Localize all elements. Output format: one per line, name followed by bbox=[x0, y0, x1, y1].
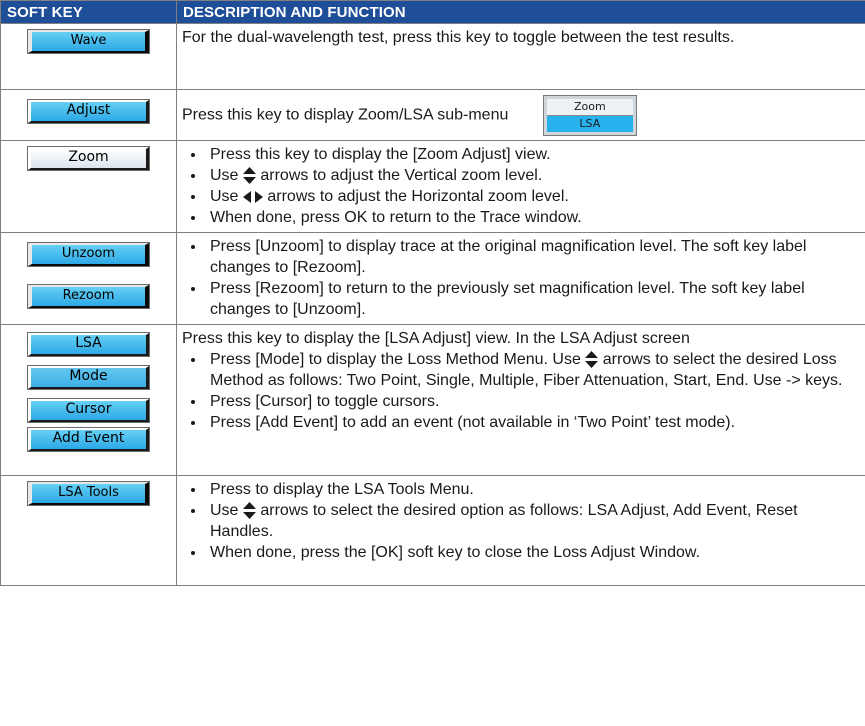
list-item: Press this key to display the [Zoom Adju… bbox=[206, 144, 859, 165]
list-item: Use arrows to adjust the Vertical zoom l… bbox=[206, 165, 859, 186]
wave-key-button: Wave bbox=[28, 30, 149, 53]
soft-key-cell: LSA Mode Cursor Add Event bbox=[0, 324, 177, 476]
table-row-lsa: LSA Mode Cursor Add Event Press this key… bbox=[0, 324, 865, 476]
left-right-arrow-icon bbox=[242, 190, 263, 203]
soft-key-cell: Zoom bbox=[0, 140, 177, 233]
soft-key-cell: Adjust bbox=[0, 89, 177, 141]
submenu-lsa-item: LSA bbox=[546, 115, 633, 132]
table-row-lsa-tools: LSA Tools Press to display the LSA Tools… bbox=[0, 475, 865, 586]
list-item: Press [Rezoom] to return to the previous… bbox=[206, 278, 859, 320]
soft-key-cell: Unzoom Rezoom bbox=[0, 232, 177, 325]
zoom-lsa-submenu: Zoom LSA bbox=[542, 94, 637, 136]
list-item: Use arrows to select the desired option … bbox=[206, 500, 859, 542]
table-row-wave: Wave For the dual-wavelength test, press… bbox=[0, 23, 865, 90]
list-item: Use arrows to adjust the Horizontal zoom… bbox=[206, 186, 859, 207]
header-row: SOFT KEY DESCRIPTION AND FUNCTION bbox=[0, 0, 865, 24]
description-cell: Press this key to display Zoom/LSA sub-m… bbox=[176, 89, 865, 141]
list-item: Press [Add Event] to add an event (not a… bbox=[206, 412, 859, 433]
list-item: When done, press the [OK] soft key to cl… bbox=[206, 542, 859, 563]
lsa-intro-text: Press this key to display the [LSA Adjus… bbox=[182, 330, 690, 347]
unzoom-bullet-list: Press [Unzoom] to display trace at the o… bbox=[182, 236, 859, 320]
description-cell: Press [Unzoom] to display trace at the o… bbox=[176, 232, 865, 325]
description-cell: Press this key to display the [LSA Adjus… bbox=[176, 324, 865, 476]
mode-key-button: Mode bbox=[28, 366, 149, 389]
lsa-key-button: LSA bbox=[28, 333, 149, 356]
description-text: Press this key to display Zoom/LSA sub-m… bbox=[182, 106, 509, 124]
lsa-tools-key-button: LSA Tools bbox=[28, 482, 149, 505]
list-item: Press to display the LSA Tools Menu. bbox=[206, 479, 859, 500]
description-cell: Press this key to display the [Zoom Adju… bbox=[176, 140, 865, 233]
cursor-key-button: Cursor bbox=[28, 399, 149, 422]
submenu-zoom-item: Zoom bbox=[546, 98, 633, 116]
list-item: Press [Unzoom] to display trace at the o… bbox=[206, 236, 859, 278]
header-description: DESCRIPTION AND FUNCTION bbox=[176, 0, 865, 24]
up-down-arrow-icon bbox=[585, 351, 599, 369]
up-down-arrow-icon bbox=[242, 502, 256, 520]
soft-key-cell: Wave bbox=[0, 23, 177, 90]
list-item: Press [Mode] to display the Loss Method … bbox=[206, 349, 859, 391]
unzoom-key-button: Unzoom bbox=[28, 243, 149, 266]
table-row-adjust: Adjust Press this key to display Zoom/LS… bbox=[0, 89, 865, 141]
adjust-key-button: Adjust bbox=[28, 100, 149, 123]
add-event-key-button: Add Event bbox=[28, 428, 149, 451]
lsa-bullet-list: Press [Mode] to display the Loss Method … bbox=[182, 349, 859, 433]
description-text: For the dual-wavelength test, press this… bbox=[182, 29, 735, 46]
list-item: Press [Cursor] to toggle cursors. bbox=[206, 391, 859, 412]
softkey-table: SOFT KEY DESCRIPTION AND FUNCTION Wave F… bbox=[0, 0, 865, 586]
header-soft-key: SOFT KEY bbox=[0, 0, 177, 24]
soft-key-cell: LSA Tools bbox=[0, 475, 177, 586]
up-down-arrow-icon bbox=[242, 167, 256, 185]
list-item: When done, press OK to return to the Tra… bbox=[206, 207, 859, 228]
lsa-tools-bullet-list: Press to display the LSA Tools Menu. Use… bbox=[182, 479, 859, 563]
zoom-key-button: Zoom bbox=[28, 147, 149, 170]
table-row-unzoom: Unzoom Rezoom Press [Unzoom] to display … bbox=[0, 232, 865, 325]
table-row-zoom: Zoom Press this key to display the [Zoom… bbox=[0, 140, 865, 233]
rezoom-key-button: Rezoom bbox=[28, 285, 149, 308]
description-cell: Press to display the LSA Tools Menu. Use… bbox=[176, 475, 865, 586]
zoom-bullet-list: Press this key to display the [Zoom Adju… bbox=[182, 144, 859, 228]
description-cell: For the dual-wavelength test, press this… bbox=[176, 23, 865, 90]
